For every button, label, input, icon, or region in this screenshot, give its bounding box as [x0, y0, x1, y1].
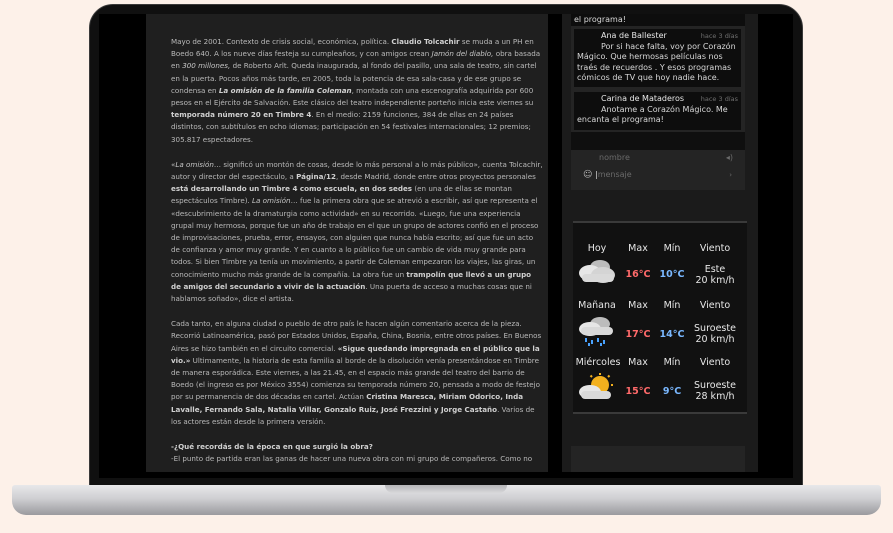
- send-icon[interactable]: ›: [729, 167, 732, 183]
- partly-cloudy-icon: [575, 373, 619, 405]
- cloudy-icon: [575, 257, 619, 291]
- article-text-run: Claudio Tolcachir: [391, 37, 460, 46]
- chat-name-placeholder: nombre: [599, 153, 630, 162]
- chat-message-text: Anotame a Corazón Mágico. Me encanta el …: [577, 104, 728, 125]
- weather-wind-header: Viento: [699, 357, 731, 368]
- weather-max-value: 17°C: [625, 329, 651, 340]
- weather-wind-value: Este 20 km/h: [695, 264, 735, 286]
- article-text-run: temporada número 20 en Timbre 4: [171, 110, 312, 120]
- weather-max-value: 15°C: [625, 386, 651, 397]
- chat-message-text: el programa!: [574, 15, 626, 24]
- sound-icon[interactable]: ◂): [726, 150, 733, 166]
- article-text-run: La omisión: [252, 196, 291, 206]
- laptop-screen: Mayo de 2001. Contexto de crisis social,…: [99, 14, 793, 478]
- article-text-run: La omisión: [175, 159, 214, 169]
- chat-author: Ana de Ballester: [601, 31, 667, 40]
- weather-min-value: 10°C: [659, 269, 685, 280]
- article-text-run: , desde Madrid, donde entre otros proyec…: [335, 172, 536, 182]
- chat-timestamp: hace 3 días: [700, 95, 738, 103]
- article-body: Mayo de 2001. Contexto de crisis social,…: [146, 14, 548, 478]
- weather-max-value: 16°C: [625, 269, 651, 280]
- laptop-notch: [385, 485, 507, 493]
- article-paragraph-1: Mayo de 2001. Contexto de crisis social,…: [171, 36, 543, 146]
- weather-widget: Hoy Max Mín Viento 16°C 10°C Este 20 km/h…: [573, 221, 747, 414]
- article-text-run: Mayo de 2001. Contexto de crisis social,…: [171, 37, 392, 46]
- article-text-run: La omisión de la familia Coleman: [218, 85, 352, 95]
- weather-min-header: Mín: [663, 357, 681, 368]
- screen-bezel-bottom: [99, 472, 793, 478]
- article-text-run: 300 millones,: [182, 61, 231, 71]
- weather-wind-header: Viento: [699, 243, 731, 254]
- article-paragraph-2: «La omisión… significó un montón de cosa…: [171, 159, 543, 305]
- chat-message: Ana de Ballester hace 3 días Por si hace…: [574, 29, 741, 87]
- article-text-run: Página/12: [296, 172, 336, 182]
- weather-day-label: Hoy: [587, 243, 607, 254]
- chat-scroll-area[interactable]: [571, 132, 745, 150]
- weather-wind-value: Suroeste 20 km/h: [694, 323, 736, 345]
- weather-max-header: Max: [628, 243, 648, 254]
- article-paragraph-3: Cada tanto, en alguna ciudad o pueblo de…: [171, 318, 543, 428]
- weather-max-header: Max: [628, 357, 648, 368]
- weather-min-header: Mín: [663, 243, 681, 254]
- weather-wind-value: Suroeste 28 km/h: [694, 380, 736, 402]
- article-text-run: … fue la primera obra que se atrevió a e…: [171, 196, 539, 279]
- rain-icon: [575, 315, 619, 349]
- weather-day-label: Mañana: [578, 300, 616, 311]
- emoji-icon[interactable]: ☺: [583, 167, 592, 183]
- weather-min-header: Mín: [663, 300, 681, 311]
- chat-message: Carina de Mataderos hace 3 días Anotame …: [574, 92, 741, 130]
- chat-message-input[interactable]: ☺ |mensaje ›: [577, 167, 737, 183]
- chat-name-input[interactable]: nombre ◂): [577, 150, 737, 166]
- chat-message-partial: el programa!: [571, 14, 745, 26]
- chat-author: Carina de Mataderos: [601, 94, 685, 103]
- weather-min-value: 9°C: [662, 386, 682, 397]
- article-text-run: -¿Qué recordás de la época en que surgió…: [171, 442, 373, 452]
- weather-wind-header: Viento: [699, 300, 731, 311]
- chat-message-text: Por si hace falta, voy por Corazón Mágic…: [577, 41, 736, 83]
- article-text-run: está desarrollando un Timbre 4 como escu…: [171, 184, 413, 194]
- article-text-run: Jamón del diablo,: [431, 49, 494, 59]
- weather-max-header: Max: [628, 300, 648, 311]
- weather-day-label: Miércoles: [575, 357, 621, 368]
- chat-timestamp: hace 3 días: [700, 32, 738, 40]
- weather-min-value: 14°C: [659, 329, 685, 340]
